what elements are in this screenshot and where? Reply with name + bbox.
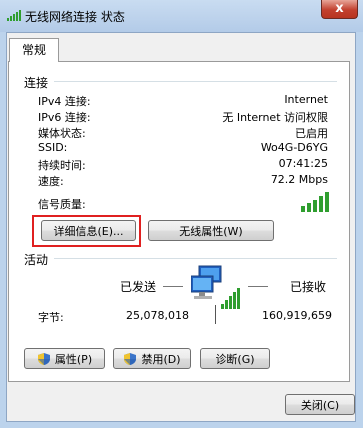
uac-shield-icon xyxy=(124,352,137,365)
close-button[interactable]: 关闭(C) xyxy=(285,394,355,415)
ipv4-value: Internet xyxy=(284,93,328,106)
ipv6-value: 无 Internet 访问权限 xyxy=(222,111,328,124)
activity-header: 活动 xyxy=(24,253,49,267)
status-dialog: 无线网络连接 状态 x 常规 连接 IPv4 连接: Internet IPv6… xyxy=(0,0,363,428)
speed-value: 72.2 Mbps xyxy=(270,173,328,186)
bytes-label: 字节: xyxy=(38,311,64,324)
title-close-button[interactable]: x xyxy=(321,0,358,19)
activity-center-divider xyxy=(215,305,216,324)
title-bar: 无线网络连接 状态 x xyxy=(0,0,363,32)
ipv4-label: IPv4 连接: xyxy=(38,95,91,108)
highlight-box xyxy=(32,215,141,247)
signal-bars-icon xyxy=(301,192,329,212)
media-state-label: 媒体状态: xyxy=(38,127,86,140)
uac-shield-icon xyxy=(37,352,50,365)
received-label: 已接收 xyxy=(290,280,327,294)
disable-button-label: 禁用(D) xyxy=(141,352,181,366)
duration-value: 07:41:25 xyxy=(278,157,328,170)
ipv6-label: IPv6 连接: xyxy=(38,111,91,124)
ssid-value: Wo4G-D6YG xyxy=(260,141,328,154)
signal-quality-label: 信号质量: xyxy=(38,198,86,211)
activity-divider xyxy=(54,258,337,259)
connection-divider xyxy=(54,81,337,82)
sent-label: 已发送 xyxy=(120,280,157,294)
sent-bytes-value: 25,078,018 xyxy=(126,309,189,322)
connection-header: 连接 xyxy=(24,76,49,90)
network-computers-icon xyxy=(191,265,240,309)
properties-button-label: 属性(P) xyxy=(54,352,93,366)
speed-label: 速度: xyxy=(38,175,64,188)
sent-connector-line xyxy=(163,286,183,287)
duration-label: 持续时间: xyxy=(38,159,86,172)
properties-button[interactable]: 属性(P) xyxy=(24,348,105,369)
diagnose-button[interactable]: 诊断(G) xyxy=(200,348,270,369)
received-bytes-value: 160,919,659 xyxy=(262,309,332,322)
ssid-label: SSID: xyxy=(38,141,68,154)
disable-button[interactable]: 禁用(D) xyxy=(113,348,191,369)
tab-general[interactable]: 常规 xyxy=(9,38,59,62)
wireless-signal-icon xyxy=(7,10,21,21)
wireless-properties-button[interactable]: 无线属性(W) xyxy=(148,220,274,241)
window-title: 无线网络连接 状态 xyxy=(25,10,125,24)
received-connector-line xyxy=(248,286,268,287)
media-state-value: 已启用 xyxy=(295,127,328,140)
